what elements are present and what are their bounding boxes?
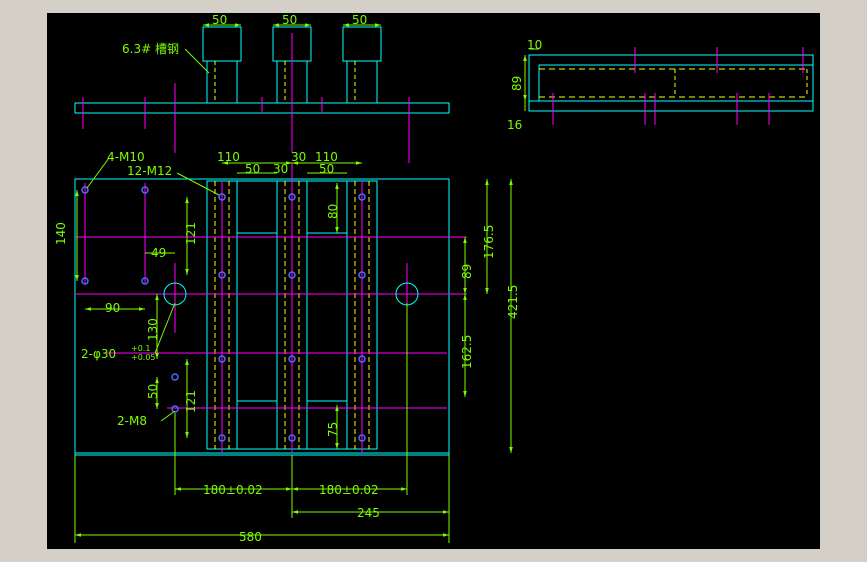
side-dim-10: 10 bbox=[527, 38, 542, 52]
label-2-m8: 2-M8 bbox=[117, 414, 147, 428]
top-view-dims bbox=[184, 23, 381, 74]
side-view-dims bbox=[523, 48, 539, 111]
dim-245: 245 bbox=[357, 506, 380, 520]
dim-30-mid: 30 bbox=[273, 162, 288, 176]
dim-140: 140 bbox=[54, 222, 68, 245]
dim-121-top: 121 bbox=[184, 222, 198, 245]
dim-110-left: 110 bbox=[217, 150, 240, 164]
dim-180-right: 180±0.02 bbox=[319, 483, 379, 497]
dim-50-left: 50 bbox=[245, 162, 260, 176]
center-lines bbox=[75, 163, 467, 453]
dim-121-bottom: 121 bbox=[184, 390, 198, 413]
top-width-1: 50 bbox=[212, 13, 227, 27]
dim-162-5: 162.5 bbox=[460, 335, 474, 369]
side-dim-16: 16 bbox=[507, 118, 522, 132]
side-view bbox=[528, 47, 814, 125]
dim-90: 90 bbox=[105, 301, 120, 315]
channel-post-1 bbox=[202, 26, 242, 104]
dim-50-left-v: 50 bbox=[146, 384, 160, 399]
dim-30-top: 30 bbox=[291, 150, 306, 164]
cad-drawing: 50 50 50 6.3# 槽钢 10 89 16 110 30 110 50 … bbox=[54, 13, 814, 544]
side-dim-89: 89 bbox=[510, 76, 524, 91]
label-tol-lower: +0.05 bbox=[131, 353, 156, 362]
dim-75: 75 bbox=[326, 422, 340, 437]
channel-post-3 bbox=[342, 26, 382, 104]
hole-m8-1 bbox=[171, 373, 179, 381]
dim-176-5: 176.5 bbox=[482, 225, 496, 259]
dim-49: 49 bbox=[151, 246, 166, 260]
holes bbox=[81, 186, 366, 442]
dim-421-5: 421.5 bbox=[506, 285, 520, 319]
dim-580: 580 bbox=[239, 530, 262, 544]
label-2-phi30: 2-φ30 bbox=[81, 347, 116, 361]
top-width-3: 50 bbox=[352, 13, 367, 27]
channel-steel-label: 6.3# 槽钢 bbox=[122, 42, 179, 56]
label-4-m10: 4-M10 bbox=[107, 150, 145, 164]
cad-viewport[interactable]: 50 50 50 6.3# 槽钢 10 89 16 110 30 110 50 … bbox=[47, 13, 820, 549]
dim-89: 89 bbox=[460, 264, 474, 279]
dim-80: 80 bbox=[326, 204, 340, 219]
dim-130: 130 bbox=[146, 318, 160, 341]
label-tol-upper: +0.1 bbox=[131, 344, 150, 353]
label-12-m12: 12-M12 bbox=[127, 164, 172, 178]
dim-50-right: 50 bbox=[319, 162, 334, 176]
dim-180-left: 180±0.02 bbox=[203, 483, 263, 497]
top-width-2: 50 bbox=[282, 13, 297, 27]
